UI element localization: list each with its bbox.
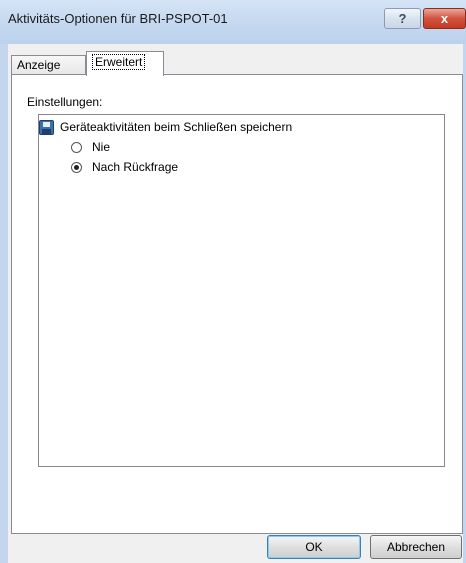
window-title: Aktivitäts-Optionen für BRI-PSPOT-01 (8, 11, 228, 26)
frame-left-edge (0, 44, 8, 563)
floppy-disk-icon (39, 119, 54, 135)
radio-button-nach-rueckfrage[interactable] (71, 161, 82, 173)
option-label: Nie (92, 140, 111, 154)
help-icon: ? (398, 11, 407, 26)
settings-label: Einstellungen: (27, 95, 103, 109)
title-bar[interactable]: Aktivitäts-Optionen für BRI-PSPOT-01 ? x (0, 0, 466, 44)
option-label: Nach Rückfrage (92, 160, 179, 174)
close-button[interactable]: x (423, 8, 466, 29)
help-button[interactable]: ? (384, 8, 421, 29)
settings-group-row: Geräteaktivitäten beim Schließen speiche… (39, 117, 292, 137)
dialog-window: Aktivitäts-Optionen für BRI-PSPOT-01 ? x… (0, 0, 466, 563)
option-nie[interactable]: Nie (71, 138, 110, 156)
cancel-button[interactable]: Abbrechen (370, 535, 462, 559)
radio-button-nie[interactable] (71, 141, 82, 153)
group-label: Geräteaktivitäten beim Schließen speiche… (60, 120, 293, 134)
ok-button[interactable]: OK (267, 535, 361, 559)
option-nach-rueckfrage[interactable]: Nach Rückfrage (71, 158, 178, 176)
tab-label: Anzeige (17, 58, 61, 72)
tab-label: Erweitert (92, 54, 146, 70)
tab-anzeige[interactable]: Anzeige (11, 55, 86, 75)
close-icon: x (440, 11, 449, 26)
tab-erweitert[interactable]: Erweitert (86, 51, 164, 76)
